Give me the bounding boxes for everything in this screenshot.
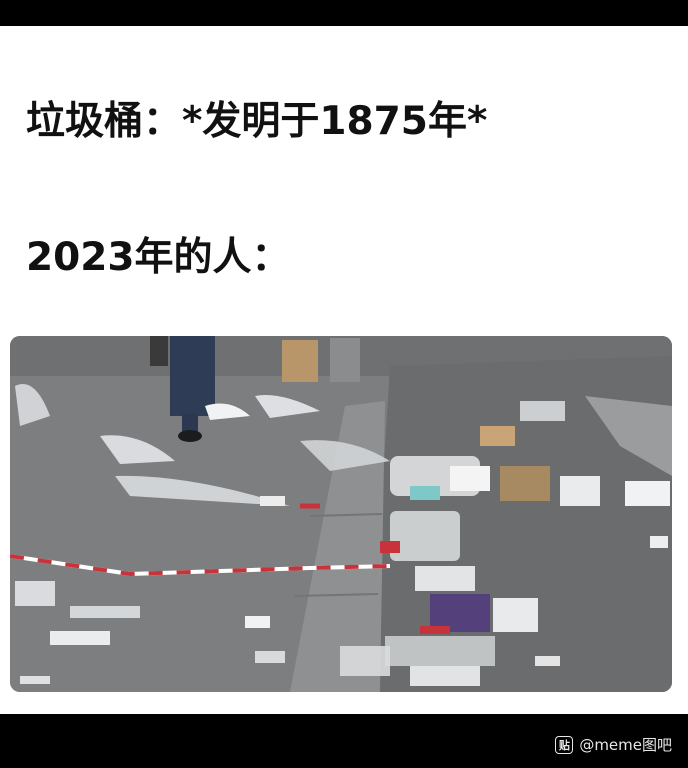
tieba-logo-icon: 贴 — [555, 735, 574, 754]
street-litter-photo — [10, 336, 672, 692]
meme-card: 垃圾桶：*发明于1875年* 2023年的人： — [0, 26, 688, 714]
top-black-bar — [0, 0, 688, 26]
street-scene-illustration — [10, 336, 672, 692]
watermark: 贴 @meme图吧 — [555, 734, 672, 755]
caption-line-1: 垃圾桶：*发明于1875年* — [26, 99, 488, 144]
caption-line-2: 2023年的人： — [26, 235, 291, 280]
watermark-handle: @meme图吧 — [579, 736, 672, 754]
